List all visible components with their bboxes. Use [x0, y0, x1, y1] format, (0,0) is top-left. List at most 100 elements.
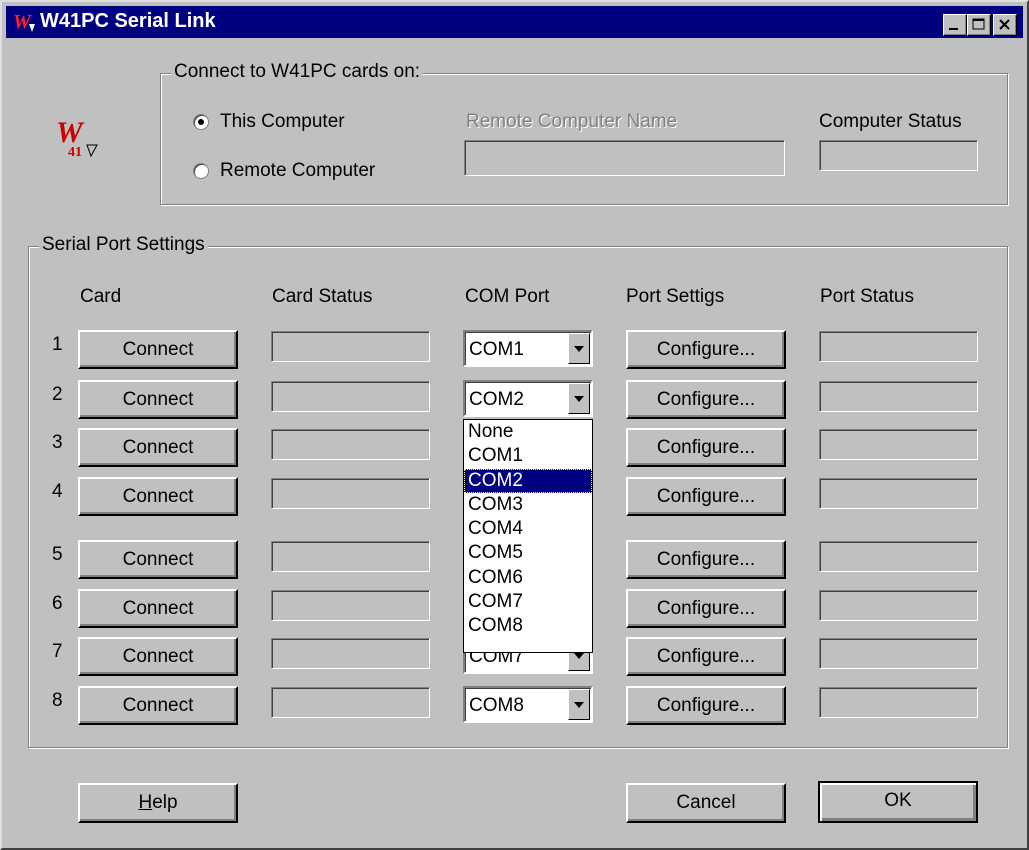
configure-button-4[interactable]: Configure...	[626, 477, 786, 516]
this-computer-radio[interactable]	[193, 114, 209, 130]
minimize-icon	[949, 28, 958, 30]
close-icon	[999, 19, 1010, 30]
com-port-value: COM2	[469, 389, 524, 410]
port-status-field-3	[819, 429, 978, 460]
close-button[interactable]	[993, 14, 1017, 36]
remote-name-label: Remote Computer Name	[466, 111, 678, 132]
port-status-field-2	[819, 381, 978, 412]
logo-number: 41	[68, 145, 82, 160]
connect-button-label: Connect	[122, 646, 194, 667]
configure-button-6[interactable]: Configure...	[626, 589, 786, 628]
configure-button-label: Configure...	[656, 598, 756, 619]
card-status-field-2	[271, 381, 430, 412]
connect-button-8[interactable]: Connect	[78, 686, 238, 725]
card-status-field-7	[271, 638, 430, 669]
row-number: 4	[52, 481, 63, 502]
card-status-field-6	[271, 590, 430, 621]
configure-button-label: Configure...	[656, 646, 756, 667]
configure-button-label: Configure...	[656, 549, 756, 570]
title-bar[interactable]: W W41PC Serial Link	[6, 6, 1023, 38]
connect-button-label: Connect	[122, 486, 194, 507]
connect-group: Connect to W41PC cards on:	[160, 61, 1008, 205]
computer-status-field	[819, 140, 978, 171]
connect-button-1[interactable]: Connect	[78, 330, 238, 369]
card-status-field-8	[271, 687, 430, 718]
row-number: 3	[52, 432, 63, 453]
connect-button-5[interactable]: Connect	[78, 540, 238, 579]
port-status-field-5	[819, 541, 978, 572]
cancel-button[interactable]: Cancel	[626, 783, 786, 823]
configure-button-3[interactable]: Configure...	[626, 428, 786, 467]
connect-button-2[interactable]: Connect	[78, 380, 238, 419]
connect-button-label: Connect	[122, 339, 194, 360]
maximize-button[interactable]	[967, 14, 991, 36]
port-status-field-4	[819, 478, 978, 509]
row-number: 5	[52, 544, 63, 565]
connect-button-label: Connect	[122, 389, 194, 410]
row-number: 6	[52, 593, 63, 614]
card-status-field-3	[271, 429, 430, 460]
maximize-icon	[972, 18, 985, 30]
dropdown-option[interactable]: COM6	[464, 566, 592, 590]
dropdown-option[interactable]: COM2	[464, 468, 592, 493]
cancel-button-label: Cancel	[676, 792, 736, 813]
port-status-field-7	[819, 638, 978, 669]
remote-name-input[interactable]	[464, 140, 785, 176]
configure-button-label: Configure...	[656, 389, 756, 410]
configure-button-1[interactable]: Configure...	[626, 330, 786, 369]
connect-button-3[interactable]: Connect	[78, 428, 238, 467]
help-button[interactable]: Help	[78, 783, 238, 823]
ok-button-label: OK	[884, 790, 912, 811]
dropdown-option[interactable]: COM3	[464, 493, 592, 517]
dropdown-option[interactable]: None	[464, 420, 592, 444]
com-port-select-1[interactable]: COM1	[463, 330, 593, 367]
dropdown-option[interactable]: COM4	[464, 517, 592, 541]
minimize-button[interactable]	[943, 14, 967, 36]
header-card: Card	[80, 286, 122, 307]
row-number: 7	[52, 641, 63, 662]
card-status-field-1	[271, 331, 430, 362]
configure-button-5[interactable]: Configure...	[626, 540, 786, 579]
configure-button-7[interactable]: Configure...	[626, 637, 786, 676]
connect-button-label: Connect	[122, 598, 194, 619]
com-port-select-8[interactable]: COM8	[463, 686, 593, 723]
card-status-field-5	[271, 541, 430, 572]
connect-button-7[interactable]: Connect	[78, 637, 238, 676]
remote-computer-radio[interactable]	[193, 163, 209, 179]
com-port-value: COM8	[469, 695, 524, 716]
ok-button[interactable]: OK	[818, 781, 978, 823]
computer-status-label: Computer Status	[819, 111, 962, 132]
chevron-down-icon[interactable]	[568, 689, 590, 720]
com-port-dropdown-list[interactable]: None COM1 COM2 COM3 COM4 COM5 COM6 COM7 COM8	[463, 419, 593, 653]
dropdown-option[interactable]: COM8	[464, 614, 592, 638]
configure-button-label: Configure...	[656, 437, 756, 458]
header-port-settings: Port Settigs	[626, 286, 725, 307]
configure-button-2[interactable]: Configure...	[626, 380, 786, 419]
connect-button-4[interactable]: Connect	[78, 477, 238, 516]
connect-button-label: Connect	[122, 549, 194, 570]
connect-button-label: Connect	[122, 695, 194, 716]
connect-button-label: Connect	[122, 437, 194, 458]
configure-button-label: Configure...	[656, 339, 756, 360]
dropdown-option[interactable]: COM7	[464, 590, 592, 614]
remote-computer-label[interactable]: Remote Computer	[220, 160, 375, 182]
this-computer-label[interactable]: This Computer	[220, 111, 345, 133]
header-com-port: COM Port	[465, 286, 550, 307]
chevron-down-icon[interactable]	[568, 333, 590, 364]
header-port-status: Port Status	[820, 286, 914, 307]
row-number: 1	[52, 334, 63, 355]
connect-button-6[interactable]: Connect	[78, 589, 238, 628]
header-card-status: Card Status	[272, 286, 373, 307]
dropdown-option[interactable]: COM1	[464, 444, 592, 468]
com-port-select-2[interactable]: COM2	[463, 380, 593, 417]
svg-text:W: W	[13, 11, 32, 33]
configure-button-8[interactable]: Configure...	[626, 686, 786, 725]
row-number: 2	[52, 384, 63, 405]
window-title: W41PC Serial Link	[40, 10, 216, 32]
configure-button-label: Configure...	[656, 695, 756, 716]
port-status-field-6	[819, 590, 978, 621]
app-icon: W	[13, 11, 35, 33]
dropdown-option[interactable]: COM5	[464, 541, 592, 565]
chevron-down-icon[interactable]	[568, 383, 590, 414]
serial-port-legend: Serial Port Settings	[39, 234, 208, 256]
